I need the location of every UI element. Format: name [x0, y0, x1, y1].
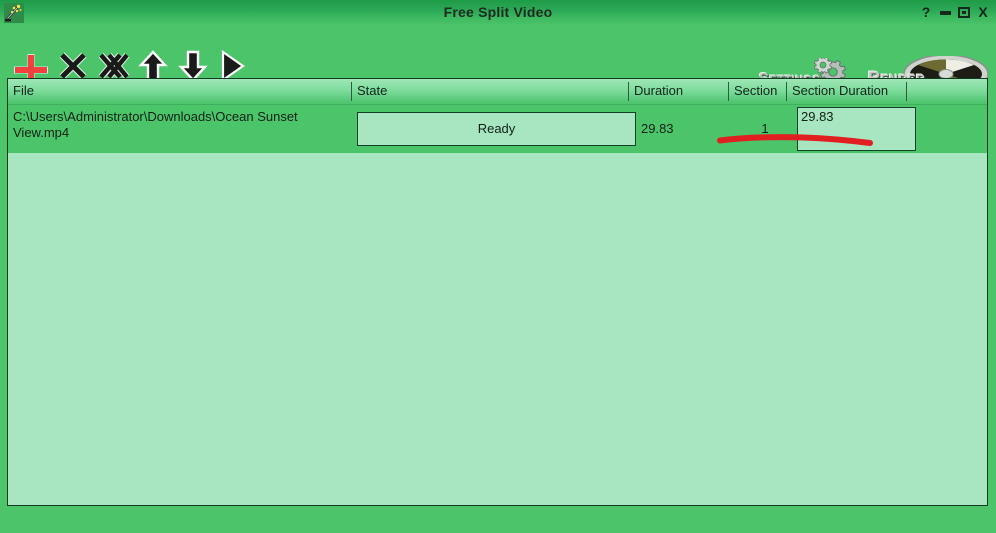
- column-header-duration[interactable]: Duration: [629, 79, 728, 104]
- maximize-icon: [958, 7, 970, 18]
- column-header-section-duration[interactable]: Section Duration: [787, 79, 906, 104]
- maximize-button[interactable]: [956, 4, 972, 20]
- file-list-header: File State Duration Section Section Dura…: [8, 79, 987, 105]
- column-header-section[interactable]: Section: [729, 79, 786, 104]
- cell-duration: 29.83: [641, 121, 674, 136]
- close-label: X: [978, 4, 988, 20]
- file-list-panel[interactable]: File State Duration Section Section Dura…: [7, 78, 988, 506]
- cell-section-duration-input[interactable]: 29.83: [797, 107, 916, 151]
- close-button[interactable]: X: [975, 4, 991, 20]
- column-header-state[interactable]: State: [352, 79, 628, 104]
- help-button[interactable]: ?: [918, 4, 934, 20]
- minimize-icon: [939, 11, 951, 15]
- cell-section: 1: [761, 121, 769, 136]
- column-header-file[interactable]: File: [8, 79, 351, 104]
- window-title: Free Split Video: [443, 4, 553, 20]
- minimize-button[interactable]: [937, 4, 953, 20]
- help-label: ?: [921, 4, 931, 20]
- cell-state[interactable]: Ready: [357, 112, 636, 146]
- title-bar: Free Split Video ? X: [0, 0, 996, 26]
- application-window: Free Split Video ? X File State Duration…: [0, 0, 996, 533]
- cell-file-path: C:\Users\Administrator\Downloads\Ocean S…: [13, 109, 298, 140]
- column-header-blank[interactable]: [907, 79, 987, 104]
- toolbar: Settings Render: [0, 26, 996, 97]
- table-row[interactable]: C:\Users\Administrator\Downloads\Ocean S…: [8, 105, 987, 153]
